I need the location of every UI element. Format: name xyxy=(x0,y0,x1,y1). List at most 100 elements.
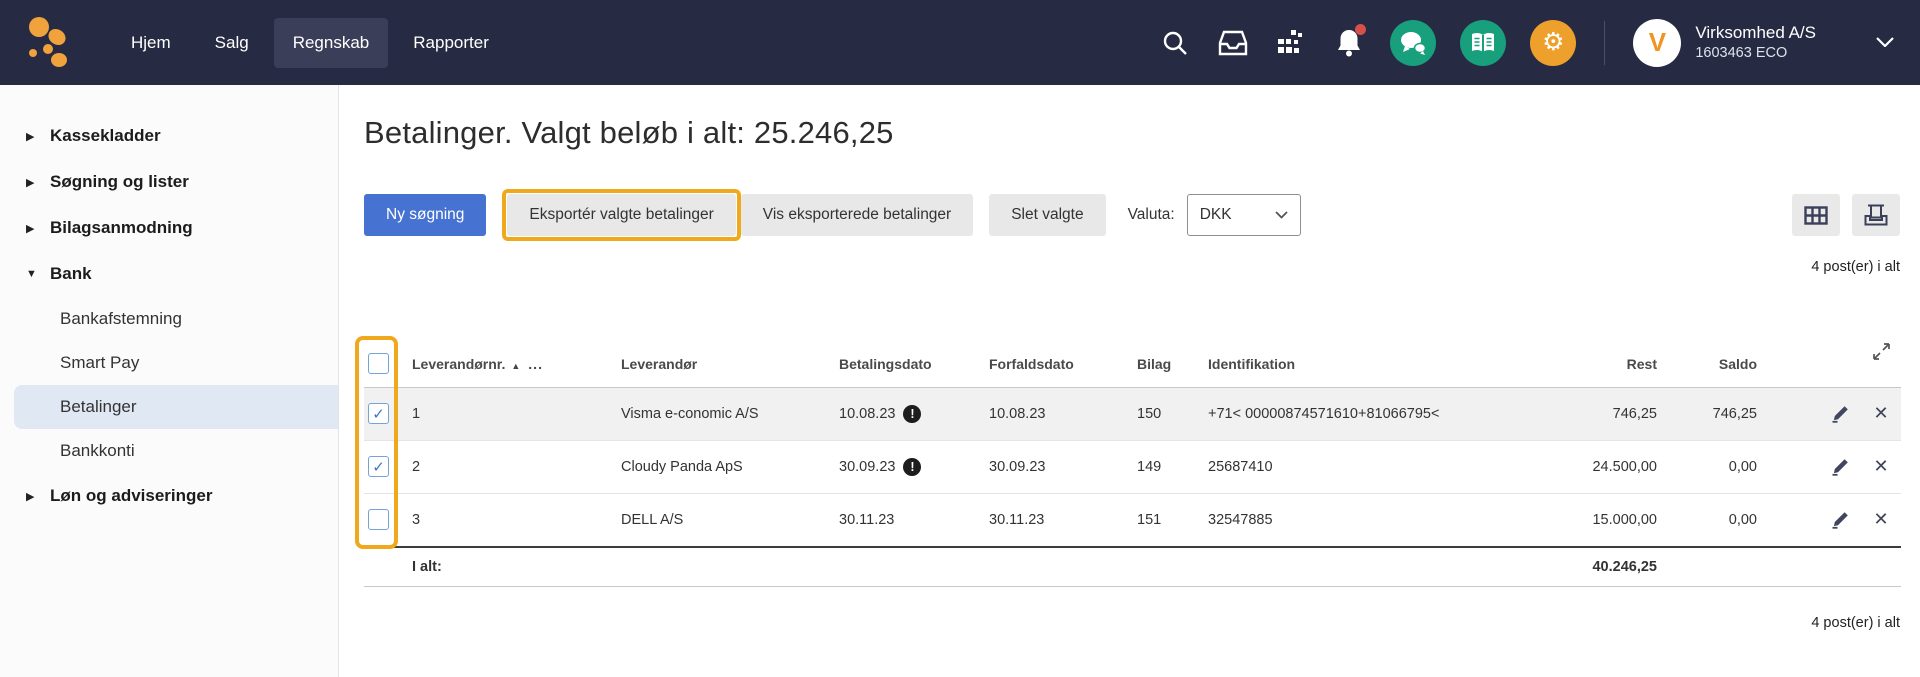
column-header-supplier[interactable]: Leverandør xyxy=(621,341,839,387)
cell-saldo: 0,00 xyxy=(1661,440,1761,493)
column-header-supplier-no[interactable]: Leverandørnr.▲... xyxy=(412,341,621,387)
help-book-icon[interactable] xyxy=(1460,20,1506,66)
total-rest: 40.246,25 xyxy=(1451,547,1661,587)
currency-value: DKK xyxy=(1200,206,1232,224)
column-header-identification[interactable]: Identifikation xyxy=(1208,341,1451,387)
column-header-voucher[interactable]: Bilag xyxy=(1137,341,1208,387)
search-icon[interactable] xyxy=(1158,26,1192,60)
settings-gear-icon[interactable]: ⚙ xyxy=(1530,20,1576,66)
cell-due-date: 10.08.23 xyxy=(989,387,1137,440)
export-selected-button[interactable]: Eksportér valgte betalinger xyxy=(507,194,735,236)
sidebar-item-smart-pay[interactable]: Smart Pay xyxy=(0,341,338,385)
cell-supplier-no: 1 xyxy=(412,387,621,440)
cell-identification: 32547885 xyxy=(1208,493,1451,547)
chevron-right-icon: ▶ xyxy=(26,130,38,143)
cell-payment-date: 30.09.23! xyxy=(839,440,989,493)
table-row: ✓ 1 Visma e-conomic A/S 10.08.23! 10.08.… xyxy=(364,387,1901,440)
delete-row-button[interactable]: ✕ xyxy=(1869,402,1893,426)
annotation-highlight-export: Eksportér valgte betalinger xyxy=(502,189,740,241)
inbox-icon[interactable] xyxy=(1216,26,1250,60)
sort-ascending-icon: ▲ xyxy=(511,361,520,371)
navbar-actions: ⚙ V Virksomhed A/S 1603463 ECO xyxy=(1158,19,1894,67)
sidebar-item-bankafstemning[interactable]: Bankafstemning xyxy=(0,297,338,341)
cell-payment-date: 30.11.23 xyxy=(839,493,989,547)
notifications-bell-icon[interactable] xyxy=(1332,26,1366,60)
sidebar-item-label: Søgning og lister xyxy=(50,172,189,192)
expand-table-icon[interactable] xyxy=(1873,343,1890,365)
toolbar: Ny søgning Eksportér valgte betalinger V… xyxy=(364,189,1900,241)
delete-selected-button[interactable]: Slet valgte xyxy=(989,194,1105,236)
column-menu-icon[interactable]: ... xyxy=(528,356,543,372)
sidebar-item-betalinger[interactable]: Betalinger xyxy=(14,385,338,429)
nav-item-salg[interactable]: Salg xyxy=(196,18,268,68)
column-header-rest[interactable]: Rest xyxy=(1451,341,1661,387)
new-search-button[interactable]: Ny søgning xyxy=(364,194,486,236)
app-switcher-icon[interactable] xyxy=(1274,26,1308,60)
view-exported-button[interactable]: Vis eksporterede betalinger xyxy=(741,194,973,236)
chevron-down-icon[interactable] xyxy=(1876,34,1894,52)
cell-supplier-no: 2 xyxy=(412,440,621,493)
row-checkbox[interactable]: ✓ xyxy=(368,403,389,424)
chat-icon[interactable] xyxy=(1390,20,1436,66)
cell-voucher: 149 xyxy=(1137,440,1208,493)
page-title: Betalinger. Valgt beløb i alt: 25.246,25 xyxy=(364,115,1900,151)
sidebar-item-bankkonti[interactable]: Bankkonti xyxy=(0,429,338,473)
sidebar-item-label: Kassekladder xyxy=(50,126,161,146)
nav-item-regnskab[interactable]: Regnskab xyxy=(274,18,389,68)
select-all-checkbox[interactable] xyxy=(368,353,389,374)
edit-row-button[interactable] xyxy=(1829,402,1853,426)
table-view-button[interactable] xyxy=(1792,194,1840,236)
cell-rest: 24.500,00 xyxy=(1451,440,1661,493)
cell-supplier: DELL A/S xyxy=(621,493,839,547)
navbar-divider xyxy=(1604,21,1605,65)
row-checkbox[interactable] xyxy=(368,509,389,530)
cell-voucher: 150 xyxy=(1137,387,1208,440)
delete-row-button[interactable]: ✕ xyxy=(1869,455,1893,479)
chevron-right-icon: ▶ xyxy=(26,490,38,503)
nav-item-rapporter[interactable]: Rapporter xyxy=(394,18,508,68)
column-header-saldo[interactable]: Saldo xyxy=(1661,341,1761,387)
cell-saldo: 0,00 xyxy=(1661,493,1761,547)
column-header-due-date[interactable]: Forfaldsdato xyxy=(989,341,1137,387)
cell-rest: 746,25 xyxy=(1451,387,1661,440)
company-id: 1603463 ECO xyxy=(1695,44,1816,63)
edit-row-button[interactable] xyxy=(1829,455,1853,479)
cell-identification: +71< 00000874571610+81066795< xyxy=(1208,387,1451,440)
app-window: Hjem Salg Regnskab Rapporter xyxy=(0,0,1920,677)
company-avatar: V xyxy=(1633,19,1681,67)
edit-row-button[interactable] xyxy=(1829,508,1853,532)
table-header-row: Leverandørnr.▲... Leverandør Betalingsda… xyxy=(364,341,1901,387)
record-count-bottom: 4 post(er) i alt xyxy=(364,615,1900,631)
sidebar-item-bank[interactable]: ▼ Bank xyxy=(0,251,338,297)
notification-dot xyxy=(1355,24,1366,35)
sidebar-item-bilagsanmodning[interactable]: ▶ Bilagsanmodning xyxy=(0,205,338,251)
currency-select[interactable]: DKK xyxy=(1187,194,1301,236)
sidebar: ▶ Kassekladder ▶ Søgning og lister ▶ Bil… xyxy=(0,85,339,677)
visma-logo-icon[interactable] xyxy=(26,15,78,71)
cell-rest: 15.000,00 xyxy=(1451,493,1661,547)
sidebar-item-soegning-og-lister[interactable]: ▶ Søgning og lister xyxy=(0,159,338,205)
payments-table-wrap: Leverandørnr.▲... Leverandør Betalingsda… xyxy=(364,341,1900,587)
row-checkbox[interactable]: ✓ xyxy=(368,456,389,477)
delete-row-button[interactable]: ✕ xyxy=(1869,508,1893,532)
top-navbar: Hjem Salg Regnskab Rapporter xyxy=(0,0,1920,85)
print-button[interactable] xyxy=(1852,194,1900,236)
cell-identification: 25687410 xyxy=(1208,440,1451,493)
payments-table-body: ✓ 1 Visma e-conomic A/S 10.08.23! 10.08.… xyxy=(364,387,1901,587)
record-count-top: 4 post(er) i alt xyxy=(364,259,1900,275)
warning-icon: ! xyxy=(903,458,921,476)
account-menu[interactable]: V Virksomhed A/S 1603463 ECO xyxy=(1633,19,1894,67)
cell-payment-date: 10.08.23! xyxy=(839,387,989,440)
sidebar-item-loen-og-adviseringer[interactable]: ▶ Løn og adviseringer xyxy=(0,473,338,519)
currency-label: Valuta: xyxy=(1128,206,1175,224)
nav-item-hjem[interactable]: Hjem xyxy=(112,18,190,68)
cell-voucher: 151 xyxy=(1137,493,1208,547)
cell-saldo: 746,25 xyxy=(1661,387,1761,440)
total-label: I alt: xyxy=(412,547,621,587)
cell-supplier: Visma e-conomic A/S xyxy=(621,387,839,440)
table-row: ✓ 2 Cloudy Panda ApS 30.09.23! 30.09.23 … xyxy=(364,440,1901,493)
table-total-row: I alt: 40.246,25 xyxy=(364,547,1901,587)
cell-supplier-no: 3 xyxy=(412,493,621,547)
sidebar-item-kassekladder[interactable]: ▶ Kassekladder xyxy=(0,113,338,159)
column-header-payment-date[interactable]: Betalingsdato xyxy=(839,341,989,387)
